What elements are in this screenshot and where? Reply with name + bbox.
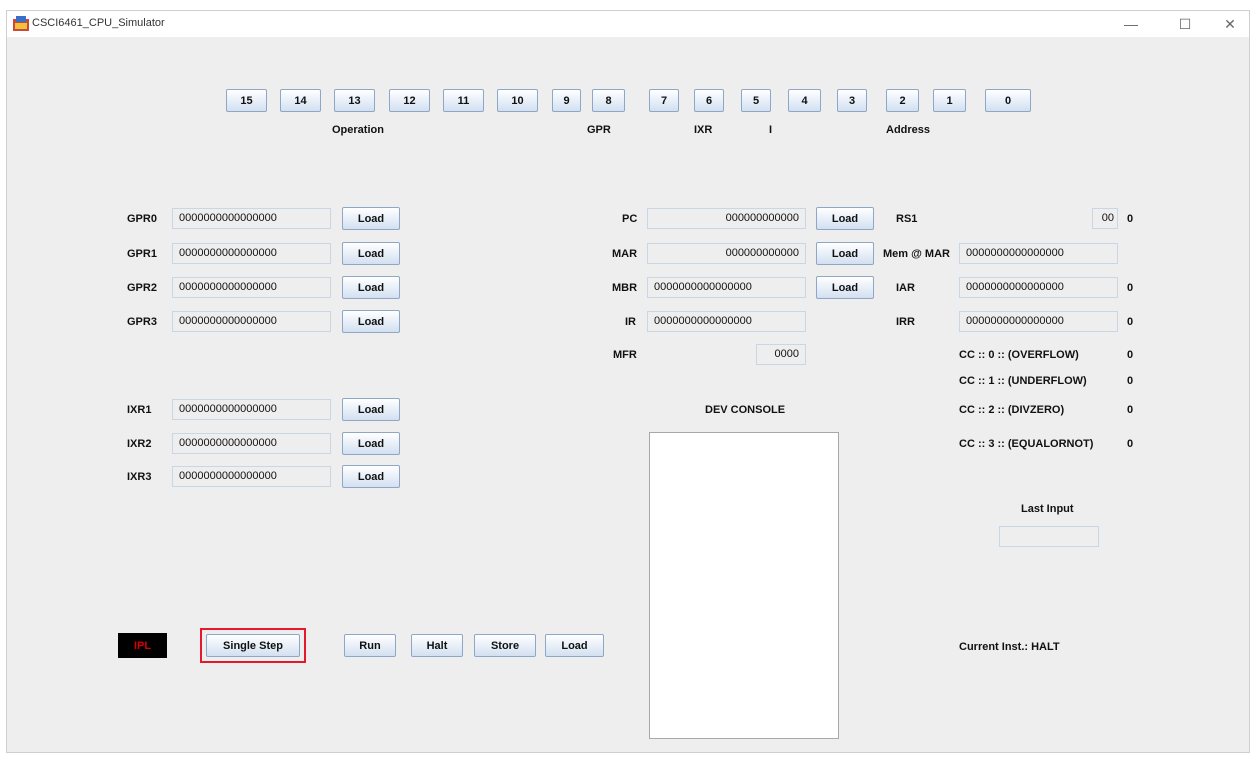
last-input-field[interactable]: [999, 526, 1099, 547]
ixr3-label: IXR3: [127, 471, 152, 483]
gpr3-load-button[interactable]: Load: [342, 310, 400, 333]
halt-button[interactable]: Halt: [411, 634, 463, 657]
operation-label: Operation: [332, 124, 384, 136]
mfr-label: MFR: [613, 349, 637, 361]
cc-2-value: 0: [1127, 404, 1134, 416]
current-inst-label: Current Inst.: HALT: [959, 641, 1060, 653]
rs1-label: RS1: [896, 213, 918, 225]
bit-11-button[interactable]: 11: [443, 89, 484, 112]
pc-field[interactable]: 000000000000: [647, 208, 806, 229]
iar-field[interactable]: 0000000000000000: [959, 277, 1118, 298]
bit-14-button[interactable]: 14: [280, 89, 321, 112]
rs1-field[interactable]: 00: [1092, 208, 1118, 229]
bit-8-button[interactable]: 8: [592, 89, 625, 112]
window-title: CSCI6461_CPU_Simulator: [32, 17, 165, 29]
gpr1-field[interactable]: 0000000000000000: [172, 243, 331, 264]
mar-load-button[interactable]: Load: [816, 242, 874, 265]
ir-label: IR: [625, 316, 636, 328]
ixr1-field[interactable]: 0000000000000000: [172, 399, 331, 420]
gpr3-label: GPR3: [127, 316, 157, 328]
ixr2-load-button[interactable]: Load: [342, 432, 400, 455]
bit-15-button[interactable]: 15: [226, 89, 267, 112]
gpr0-field[interactable]: 0000000000000000: [172, 208, 331, 229]
cc-3-label: CC :: 3 :: (EQUALORNOT): [959, 438, 1094, 450]
bit-13-button[interactable]: 13: [334, 89, 375, 112]
bit-5-button[interactable]: 5: [741, 89, 771, 112]
gpr0-label: GPR0: [127, 213, 157, 225]
gpr1-load-button[interactable]: Load: [342, 242, 400, 265]
gpr2-label: GPR2: [127, 282, 157, 294]
iar-label: IAR: [896, 282, 915, 294]
title-bar: CSCI6461_CPU_Simulator — ☐ ✕: [7, 11, 1249, 37]
dev-console[interactable]: [649, 432, 839, 739]
mar-label: MAR: [612, 248, 638, 260]
store-button[interactable]: Store: [474, 634, 536, 657]
java-app-icon: [13, 16, 29, 31]
bit-1-button[interactable]: 1: [933, 89, 966, 112]
gpr2-field[interactable]: 0000000000000000: [172, 277, 331, 298]
cc-0-label: CC :: 0 :: (OVERFLOW): [959, 349, 1079, 361]
gpr3-field[interactable]: 0000000000000000: [172, 311, 331, 332]
irr-field[interactable]: 0000000000000000: [959, 311, 1118, 332]
irr-extra: 0: [1127, 316, 1134, 328]
load-button[interactable]: Load: [545, 634, 604, 657]
cc-3-value: 0: [1127, 438, 1134, 450]
cc-0-value: 0: [1127, 349, 1134, 361]
bit-6-button[interactable]: 6: [694, 89, 724, 112]
ixr1-label: IXR1: [127, 404, 152, 416]
ixr2-field[interactable]: 0000000000000000: [172, 433, 331, 454]
bit-7-button[interactable]: 7: [649, 89, 679, 112]
pc-label: PC: [622, 213, 638, 225]
ixr3-field[interactable]: 0000000000000000: [172, 466, 331, 487]
ixr1-load-button[interactable]: Load: [342, 398, 400, 421]
cc-2-label: CC :: 2 :: (DIVZERO): [959, 404, 1065, 416]
mem-at-mar-label: Mem @ MAR: [883, 248, 950, 260]
bit-2-button[interactable]: 2: [886, 89, 919, 112]
ipl-button[interactable]: IPL: [118, 633, 167, 658]
last-input-label: Last Input: [1021, 503, 1074, 515]
mbr-load-button[interactable]: Load: [816, 276, 874, 299]
rs1-extra: 0: [1127, 213, 1134, 225]
mem-at-mar-field[interactable]: 0000000000000000: [959, 243, 1118, 264]
pc-load-button[interactable]: Load: [816, 207, 874, 230]
minimize-icon[interactable]: —: [1111, 13, 1151, 35]
cc-1-label: CC :: 1 :: (UNDERFLOW): [959, 375, 1087, 387]
cropped-text-strip: [0, 0, 1256, 10]
mar-field[interactable]: 000000000000: [647, 243, 806, 264]
address-label: Address: [886, 124, 931, 136]
bit-12-button[interactable]: 12: [389, 89, 430, 112]
gpr0-load-button[interactable]: Load: [342, 207, 400, 230]
mbr-field[interactable]: 0000000000000000: [647, 277, 806, 298]
bit-0-button[interactable]: 0: [985, 89, 1031, 112]
bit-3-button[interactable]: 3: [837, 89, 867, 112]
cc-1-value: 0: [1127, 375, 1134, 387]
ixr3-load-button[interactable]: Load: [342, 465, 400, 488]
gpr2-load-button[interactable]: Load: [342, 276, 400, 299]
close-icon[interactable]: ✕: [1210, 13, 1250, 35]
i-bit-label: I: [769, 124, 773, 136]
bit-9-button[interactable]: 9: [552, 89, 581, 112]
gpr-bits-label: GPR: [587, 124, 611, 136]
ixr-bits-label: IXR: [694, 124, 713, 136]
irr-label: IRR: [896, 316, 915, 328]
ixr2-label: IXR2: [127, 438, 152, 450]
mbr-label: MBR: [612, 282, 638, 294]
maximize-icon[interactable]: ☐: [1165, 13, 1205, 35]
dev-console-title: DEV CONSOLE: [705, 404, 786, 416]
run-button[interactable]: Run: [344, 634, 396, 657]
iar-extra: 0: [1127, 282, 1134, 294]
gpr1-label: GPR1: [127, 248, 157, 260]
bit-10-button[interactable]: 10: [497, 89, 538, 112]
ir-field[interactable]: 0000000000000000: [647, 311, 806, 332]
bit-4-button[interactable]: 4: [788, 89, 821, 112]
single-step-button[interactable]: Single Step: [206, 634, 300, 657]
simulator-panel: 15 14 13 12 11 10 9 8 7 6 5 4 3 2 1 0 Op…: [7, 37, 1249, 752]
app-window: CSCI6461_CPU_Simulator — ☐ ✕ 15 14 13 12…: [6, 10, 1250, 753]
mfr-field[interactable]: 0000: [756, 344, 806, 365]
